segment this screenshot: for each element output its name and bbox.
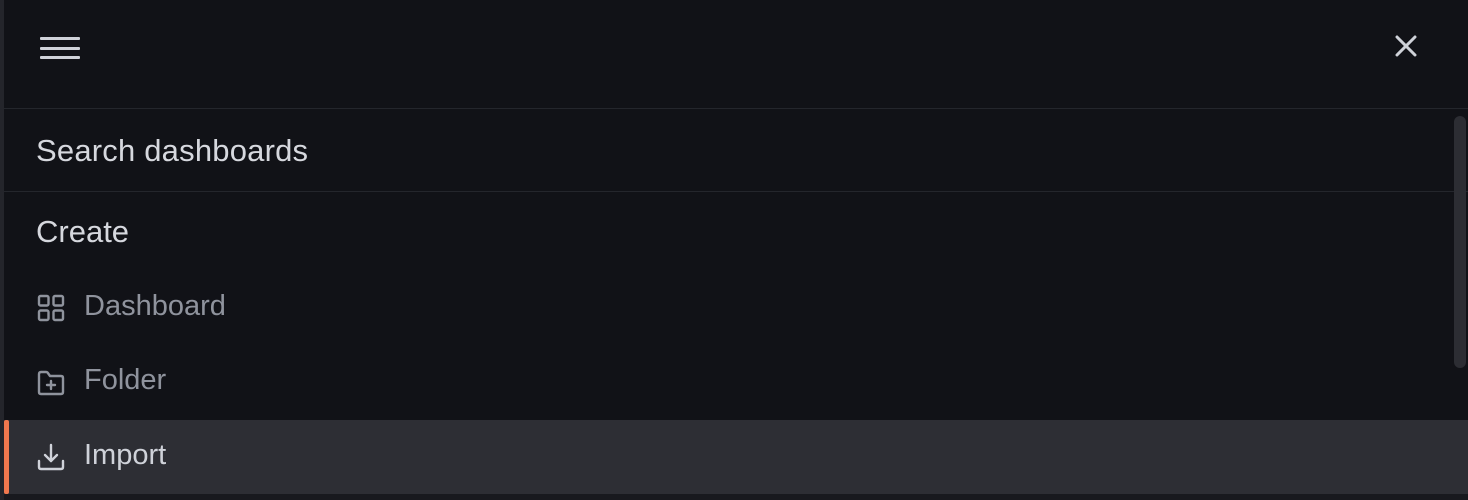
folder-plus-icon bbox=[36, 367, 66, 397]
create-dashboard-label: Dashboard bbox=[84, 290, 226, 322]
create-folder-item[interactable]: Folder bbox=[4, 345, 1468, 419]
create-dashboard-item[interactable]: Dashboard bbox=[4, 271, 1468, 345]
menu-header bbox=[4, 0, 1468, 109]
hamburger-icon[interactable] bbox=[38, 34, 82, 62]
active-indicator bbox=[4, 420, 9, 494]
create-folder-label: Folder bbox=[84, 364, 167, 396]
app-frame: Search dashboards Create Dashboard Folde… bbox=[0, 0, 1468, 500]
menu-scrollbar[interactable] bbox=[1454, 116, 1466, 368]
import-download-icon bbox=[36, 442, 66, 472]
search-dashboards-item[interactable]: Search dashboards bbox=[4, 109, 1468, 192]
menu-bottom-edge bbox=[4, 494, 1468, 500]
search-dashboards-label: Search dashboards bbox=[36, 133, 309, 168]
create-section-heading: Create bbox=[36, 214, 130, 249]
dashboard-grid-icon bbox=[36, 293, 66, 323]
import-label: Import bbox=[84, 439, 167, 471]
import-item[interactable]: Import bbox=[4, 420, 1468, 494]
mobile-nav-menu: Search dashboards Create Dashboard Folde… bbox=[4, 0, 1468, 500]
close-icon[interactable] bbox=[1388, 28, 1424, 64]
